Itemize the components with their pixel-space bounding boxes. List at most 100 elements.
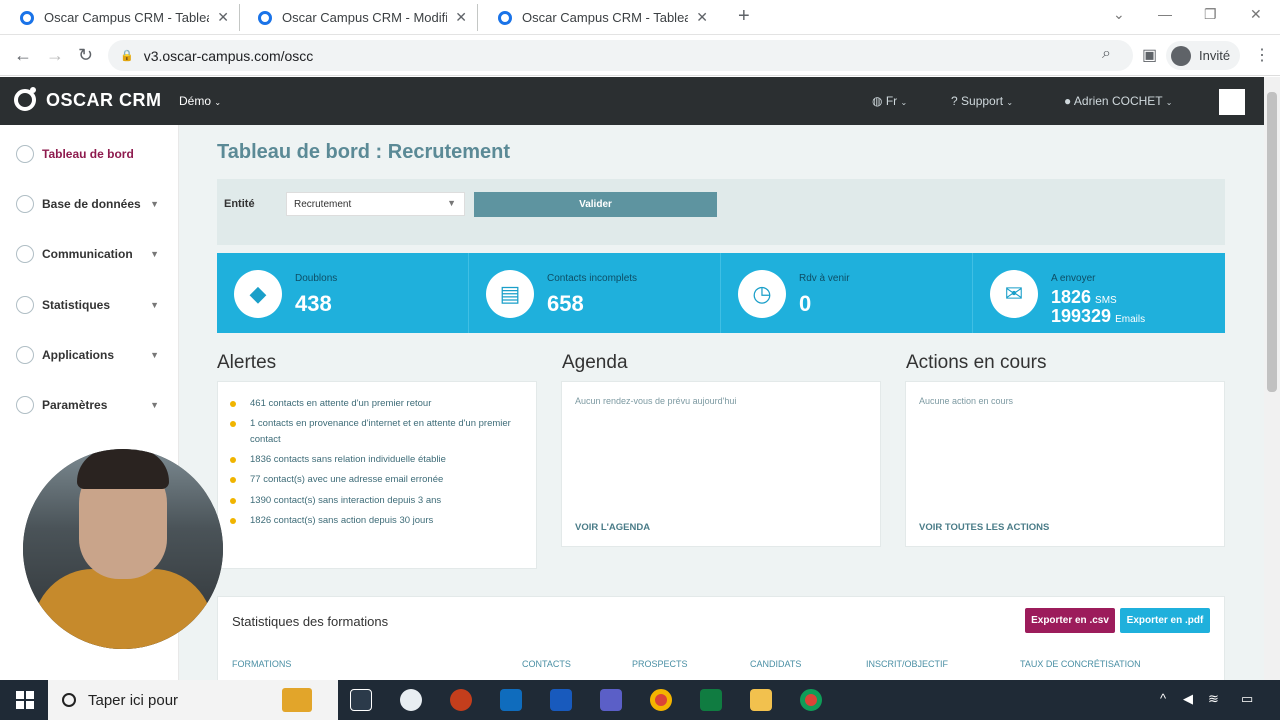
sidebar-item-statistics[interactable]: Statistiques ▼ <box>0 290 179 320</box>
support-label: Support <box>961 94 1004 108</box>
alert-item[interactable]: 1836 contacts sans relation individuelle… <box>230 452 520 468</box>
workspace-label: Démo <box>179 94 212 108</box>
snipping-tool-icon[interactable] <box>400 689 422 711</box>
user-dropdown[interactable]: ● Adrien COCHET ⌄ <box>1064 94 1172 108</box>
organization-logo[interactable] <box>1219 89 1245 115</box>
tray-chevron-up-icon[interactable]: ^ <box>1160 691 1166 706</box>
kpi-sms: 1826 SMS <box>1051 287 1117 308</box>
url-field[interactable]: 🔒 v3.oscar-campus.com/oscc <box>108 40 1133 71</box>
language-dropdown[interactable]: ◍ Fr ⌄ <box>872 94 907 108</box>
column-header-prospects[interactable]: PROSPECTS <box>632 659 688 669</box>
caret-down-icon: ▼ <box>447 198 456 208</box>
close-icon[interactable]: ✕ <box>217 9 229 26</box>
page-scrollbar[interactable] <box>1264 77 1280 680</box>
tab-search-icon[interactable]: ⌄ <box>1113 6 1125 23</box>
entity-label: Entité <box>224 198 255 210</box>
workspace-dropdown[interactable]: Démo ⌄ <box>179 94 221 108</box>
wifi-icon[interactable]: ≋ <box>1208 691 1219 707</box>
kpi-value: 0 <box>799 291 812 316</box>
column-header-contacts[interactable]: CONTACTS <box>522 659 571 669</box>
kpi-upcoming-appointments[interactable]: ◷ Rdv à venir 0 <box>721 253 973 333</box>
task-view-icon[interactable] <box>350 689 372 711</box>
reload-icon[interactable]: ↻ <box>78 45 93 66</box>
view-all-actions-link[interactable]: VOIR TOUTES LES ACTIONS <box>919 522 1049 533</box>
chevron-down-icon: ⌄ <box>1165 98 1173 107</box>
outlook-icon[interactable] <box>500 689 522 711</box>
chevron-down-icon: ⌄ <box>900 98 908 107</box>
excel-icon[interactable] <box>700 689 722 711</box>
word-icon[interactable] <box>550 689 572 711</box>
app-logo[interactable]: OSCAR CRM <box>14 87 162 111</box>
url-text: v3.oscar-campus.com/oscc <box>143 47 314 64</box>
minimize-icon[interactable]: — <box>1158 6 1172 22</box>
browser-tab[interactable]: Oscar Campus CRM - Tableau de ✕ <box>10 4 240 31</box>
notifications-icon[interactable]: ▭ <box>1241 691 1253 707</box>
alert-item[interactable]: 1826 contact(s) sans action depuis 30 jo… <box>230 513 520 529</box>
menu-kebab-icon[interactable]: ⋮ <box>1254 45 1270 65</box>
sidebar-item-settings[interactable]: Paramètres ▼ <box>0 390 179 420</box>
profile-button[interactable]: Invité <box>1166 41 1240 70</box>
sidebar-item-label: Statistiques <box>42 298 111 312</box>
scrollbar-thumb[interactable] <box>1267 92 1277 392</box>
language-label: Fr <box>885 94 898 108</box>
close-icon[interactable]: ✕ <box>455 9 467 26</box>
column-header-conversion-rate[interactable]: TAUX DE CONCRÉTISATION <box>1020 659 1141 669</box>
teams-icon[interactable] <box>600 689 622 711</box>
window-close-icon[interactable]: ✕ <box>1250 6 1262 23</box>
alert-item[interactable]: 461 contacts en attente d'un premier ret… <box>230 396 520 412</box>
browser-tab[interactable]: Oscar Campus CRM - Modificati ✕ <box>248 4 478 31</box>
export-pdf-button[interactable]: Exporter en .pdf <box>1120 608 1210 633</box>
chrome-icon[interactable] <box>800 689 822 711</box>
email-unit: Emails <box>1115 314 1146 325</box>
support-dropdown[interactable]: ? Support ⌄ <box>951 94 1013 108</box>
chevron-down-icon: ▼ <box>150 300 159 310</box>
kpi-value: 658 <box>547 291 584 316</box>
validate-button[interactable]: Valider <box>474 192 717 217</box>
site-favicon-icon <box>20 10 34 25</box>
restore-icon[interactable]: ❐ <box>1204 6 1217 23</box>
browser-tab[interactable]: Oscar Campus CRM - Tableau de ✕ <box>488 4 718 31</box>
tab-title: Oscar Campus CRM - Tableau de <box>522 10 689 25</box>
briefcase-icon[interactable] <box>282 688 312 712</box>
view-agenda-link[interactable]: VOIR L'AGENDA <box>575 522 650 533</box>
column-header-candidates[interactable]: CANDIDATS <box>750 659 801 669</box>
volume-icon[interactable]: ◀ <box>1183 691 1193 707</box>
sidebar-item-communication[interactable]: Communication ▼ <box>0 239 179 269</box>
chrome-icon[interactable] <box>650 689 672 711</box>
entity-filter: Entité Recrutement ▼ Valider <box>217 179 1225 245</box>
alert-item[interactable]: 1 contacts en provenance d'internet et e… <box>230 416 520 448</box>
tab-title: Oscar Campus CRM - Tableau de <box>44 10 209 25</box>
column-header-enrolled-goal[interactable]: INSCRIT/OBJECTIF <box>866 659 948 669</box>
entity-select[interactable]: Recrutement ▼ <box>286 192 465 216</box>
chevron-down-icon: ▼ <box>150 199 159 209</box>
sidebar-item-dashboard[interactable]: Tableau de bord <box>0 139 179 169</box>
browser-address-bar: ← → ↻ 🔒 v3.oscar-campus.com/oscc ⌕ ▣ Inv… <box>0 35 1280 76</box>
profile-label: Invité <box>1199 48 1231 63</box>
kpi-label: Doublons <box>295 273 338 284</box>
kpi-duplicates[interactable]: ◆ Doublons 438 <box>217 253 469 333</box>
main-content: Tableau de bord : Recrutement Entité Rec… <box>179 125 1264 680</box>
powerpoint-icon[interactable] <box>450 689 472 711</box>
windows-start-icon[interactable] <box>16 691 34 709</box>
back-icon[interactable]: ← <box>14 45 32 66</box>
kpi-incomplete-contacts[interactable]: ▤ Contacts incomplets 658 <box>469 253 721 333</box>
sidebar-item-database[interactable]: Base de données ▼ <box>0 189 179 219</box>
column-header-formations[interactable]: FORMATIONS <box>232 659 291 669</box>
webcam-person-hair <box>77 449 169 489</box>
avatar-icon <box>1171 45 1191 66</box>
windows-taskbar: Taper ici pour ^ ◀ ≋ ▭ <box>0 680 1280 720</box>
kpi-to-send[interactable]: ✉ A envoyer 1826 SMS 199329 Emails <box>973 253 1225 333</box>
sidepanel-icon[interactable]: ▣ <box>1142 45 1157 65</box>
alert-item[interactable]: 77 contact(s) avec une adresse email err… <box>230 472 520 488</box>
chevron-down-icon: ⌄ <box>214 98 222 107</box>
new-tab-icon[interactable]: + <box>738 5 750 28</box>
taskbar-search-text: Taper ici pour <box>88 691 179 709</box>
sidebar-item-applications[interactable]: Applications ▼ <box>0 340 179 370</box>
zoom-icon[interactable]: ⌕ <box>1102 45 1111 63</box>
alert-item[interactable]: 1390 contact(s) sans interaction depuis … <box>230 493 520 509</box>
close-icon[interactable]: ✕ <box>696 9 708 26</box>
forward-icon[interactable]: → <box>46 45 64 66</box>
alerts-card: 461 contacts en attente d'un premier ret… <box>217 381 537 569</box>
export-csv-button[interactable]: Exporter en .csv <box>1025 608 1115 633</box>
file-explorer-icon[interactable] <box>750 689 772 711</box>
